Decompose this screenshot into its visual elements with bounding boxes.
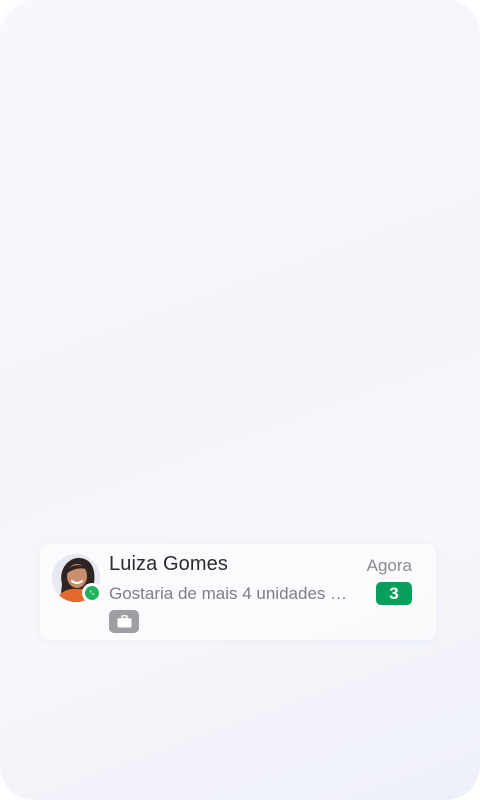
whatsapp-icon [82,583,102,603]
conversation-list-item[interactable]: Luiza Gomes Agora Gostaria de mais 4 uni… [40,544,436,640]
contact-avatar [52,554,102,603]
phone-screen: Luiza Gomes Agora Gostaria de mais 4 uni… [0,0,480,800]
unread-count-badge: 3 [376,582,412,605]
contact-name: Luiza Gomes [109,553,228,575]
briefcase-icon[interactable] [109,610,139,633]
message-timestamp: Agora [366,556,412,575]
message-preview: Gostaria de mais 4 unidades do produto [109,584,355,603]
